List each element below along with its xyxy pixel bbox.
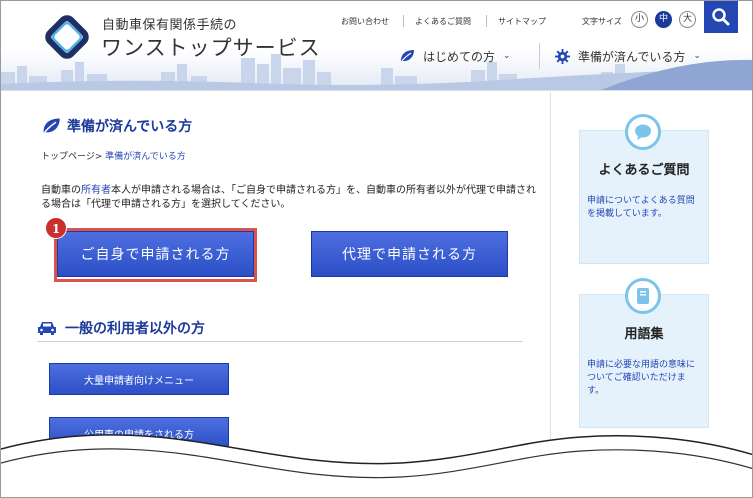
- faq-card-title: よくあるご質問: [598, 163, 690, 178]
- utility-divider: [403, 15, 404, 27]
- section-heading-text: 一般の利用者以外の方: [65, 321, 205, 337]
- logo-subtitle: 自動車保有関係手続の: [102, 18, 238, 33]
- breadcrumb-separator: >: [94, 152, 103, 162]
- section-divider: [37, 341, 523, 342]
- search-icon: [712, 8, 730, 26]
- search-button[interactable]: [704, 1, 738, 33]
- nav-first-time[interactable]: はじめての方 ⌄: [399, 46, 511, 66]
- font-size-small-button[interactable]: 小: [631, 11, 648, 28]
- font-size-label: 文字サイズ: [582, 17, 622, 26]
- public-vehicle-button[interactable]: 公用車の申請をされる方: [49, 417, 229, 449]
- breadcrumb: トップページ> 準備が済んでいる方: [41, 149, 186, 162]
- chat-bubble-icon: [625, 114, 661, 150]
- instruction-part: 本人が申請される場合は、「ご自身で申請される方」を、自動車の所有者以外が代理で申…: [41, 185, 536, 210]
- book-icon: [625, 278, 661, 314]
- site-logo-icon[interactable]: [41, 11, 93, 63]
- glossary-card-text: 申請に必要な用語の意味についてご確認いただけます。: [587, 360, 696, 396]
- main-content: 準備が済んでいる方 トップページ> 準備が済んでいる方 自動車の所有者本人が申請…: [1, 92, 550, 497]
- bulk-applicant-menu-button[interactable]: 大量申請者向けメニュー: [49, 363, 229, 395]
- car-icon: [37, 320, 57, 336]
- page-frame: 自動車保有関係手続の ワンストップサービス お問い合わせ よくあるご質問 サイト…: [0, 0, 753, 498]
- owner-term-link[interactable]: 所有者: [81, 185, 111, 196]
- faq-card-text: 申請についてよくある質問を掲載しています。: [587, 196, 695, 219]
- step-badge: 1: [45, 217, 67, 239]
- proxy-apply-button[interactable]: 代理で申請される方: [311, 231, 508, 277]
- leaf-icon: [399, 49, 415, 63]
- page-title-text: 準備が済んでいる方: [67, 119, 193, 135]
- font-size-medium-button[interactable]: 中: [655, 11, 672, 28]
- glossary-card-title: 用語集: [624, 327, 664, 342]
- site-header: 自動車保有関係手続の ワンストップサービス お問い合わせ よくあるご質問 サイト…: [1, 1, 752, 91]
- utility-divider: [486, 15, 487, 27]
- breadcrumb-home[interactable]: トップページ: [41, 152, 95, 162]
- self-apply-button[interactable]: ご自身で申請される方: [57, 231, 254, 277]
- logo-title: ワンストップサービス: [101, 36, 321, 60]
- nav-divider: [539, 43, 540, 69]
- gear-icon: [555, 48, 570, 64]
- chevron-down-icon: ⌄: [503, 51, 511, 61]
- font-size-large-button[interactable]: 大: [679, 11, 696, 28]
- sidebar-divider: [550, 92, 551, 497]
- sitemap-link[interactable]: サイトマップ: [498, 16, 546, 27]
- contact-link[interactable]: お問い合わせ: [341, 16, 389, 27]
- instruction-part: 自動車の: [41, 185, 81, 196]
- chevron-down-icon: ⌄: [693, 51, 701, 61]
- leaf-icon: [41, 117, 61, 135]
- nav-prepared-label: 準備が済んでいる方: [578, 49, 686, 64]
- phone-icon: [625, 441, 661, 477]
- instruction-text: 自動車の所有者本人が申請される場合は、「ご自身で申請される方」を、自動車の所有者…: [41, 184, 541, 212]
- page-title: 準備が済んでいる方: [41, 116, 192, 136]
- nav-first-time-label: はじめての方: [423, 49, 496, 64]
- section-heading: 一般の利用者以外の方: [37, 318, 205, 338]
- breadcrumb-current: 準備が済んでいる方: [105, 152, 186, 162]
- faq-link[interactable]: よくあるご質問: [415, 16, 471, 27]
- nav-prepared[interactable]: 準備が済んでいる方 ⌄: [555, 46, 701, 66]
